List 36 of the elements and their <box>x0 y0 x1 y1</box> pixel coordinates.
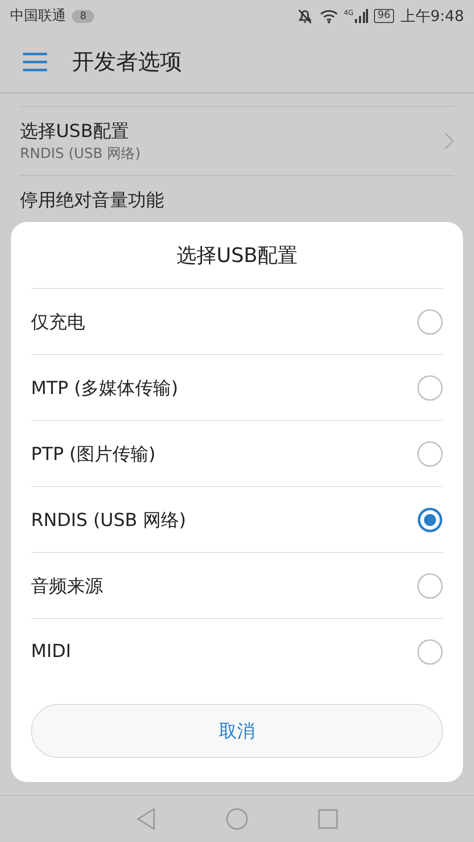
page-title: 开发者选项 <box>72 49 182 77</box>
item-title: 选择USB配置 <box>20 120 130 143</box>
option-label: PTP (图片传输) <box>31 442 156 466</box>
option-row[interactable]: MIDI <box>31 618 443 684</box>
back-icon <box>136 808 156 830</box>
option-row[interactable]: 仅充电 <box>31 288 443 354</box>
radio-button[interactable] <box>417 572 443 598</box>
menu-icon <box>22 52 48 72</box>
option-label: RNDIS (USB 网络) <box>31 508 186 532</box>
option-row[interactable]: PTP (图片传输) <box>31 420 443 486</box>
option-row[interactable]: 音频来源 <box>31 552 443 618</box>
mute-icon <box>296 7 314 25</box>
option-row[interactable]: RNDIS (USB 网络) <box>31 486 443 552</box>
home-icon <box>226 808 248 830</box>
clock: 上午9:48 <box>400 6 464 26</box>
option-row[interactable]: MTP (多媒体传输) <box>31 354 443 420</box>
notification-badge: 8 <box>72 10 94 22</box>
radio-button[interactable] <box>417 440 443 466</box>
option-label: 仅充电 <box>31 310 85 334</box>
settings-item[interactable]: 选择USB配置 RNDIS (USB 网络) <box>20 106 454 175</box>
option-label: 音频来源 <box>31 574 103 598</box>
dialog-title: 选择USB配置 <box>175 242 299 269</box>
recents-icon <box>318 809 338 829</box>
radio-button[interactable] <box>417 506 443 532</box>
option-label: MIDI <box>31 641 72 662</box>
item-summary: RNDIS (USB 网络) <box>20 145 142 163</box>
carrier-name: 中国联通 <box>10 7 66 25</box>
option-label: MTP (多媒体传输) <box>31 376 178 400</box>
radio-button[interactable] <box>417 374 443 400</box>
radio-button[interactable] <box>417 308 443 334</box>
signal-icon <box>354 8 368 24</box>
cancel-button[interactable]: 取消 <box>31 704 443 758</box>
radio-button[interactable] <box>417 638 443 664</box>
wifi-icon <box>320 8 338 24</box>
item-title: 停用绝对音量功能 <box>20 189 165 212</box>
battery-level: 96 <box>374 9 394 23</box>
